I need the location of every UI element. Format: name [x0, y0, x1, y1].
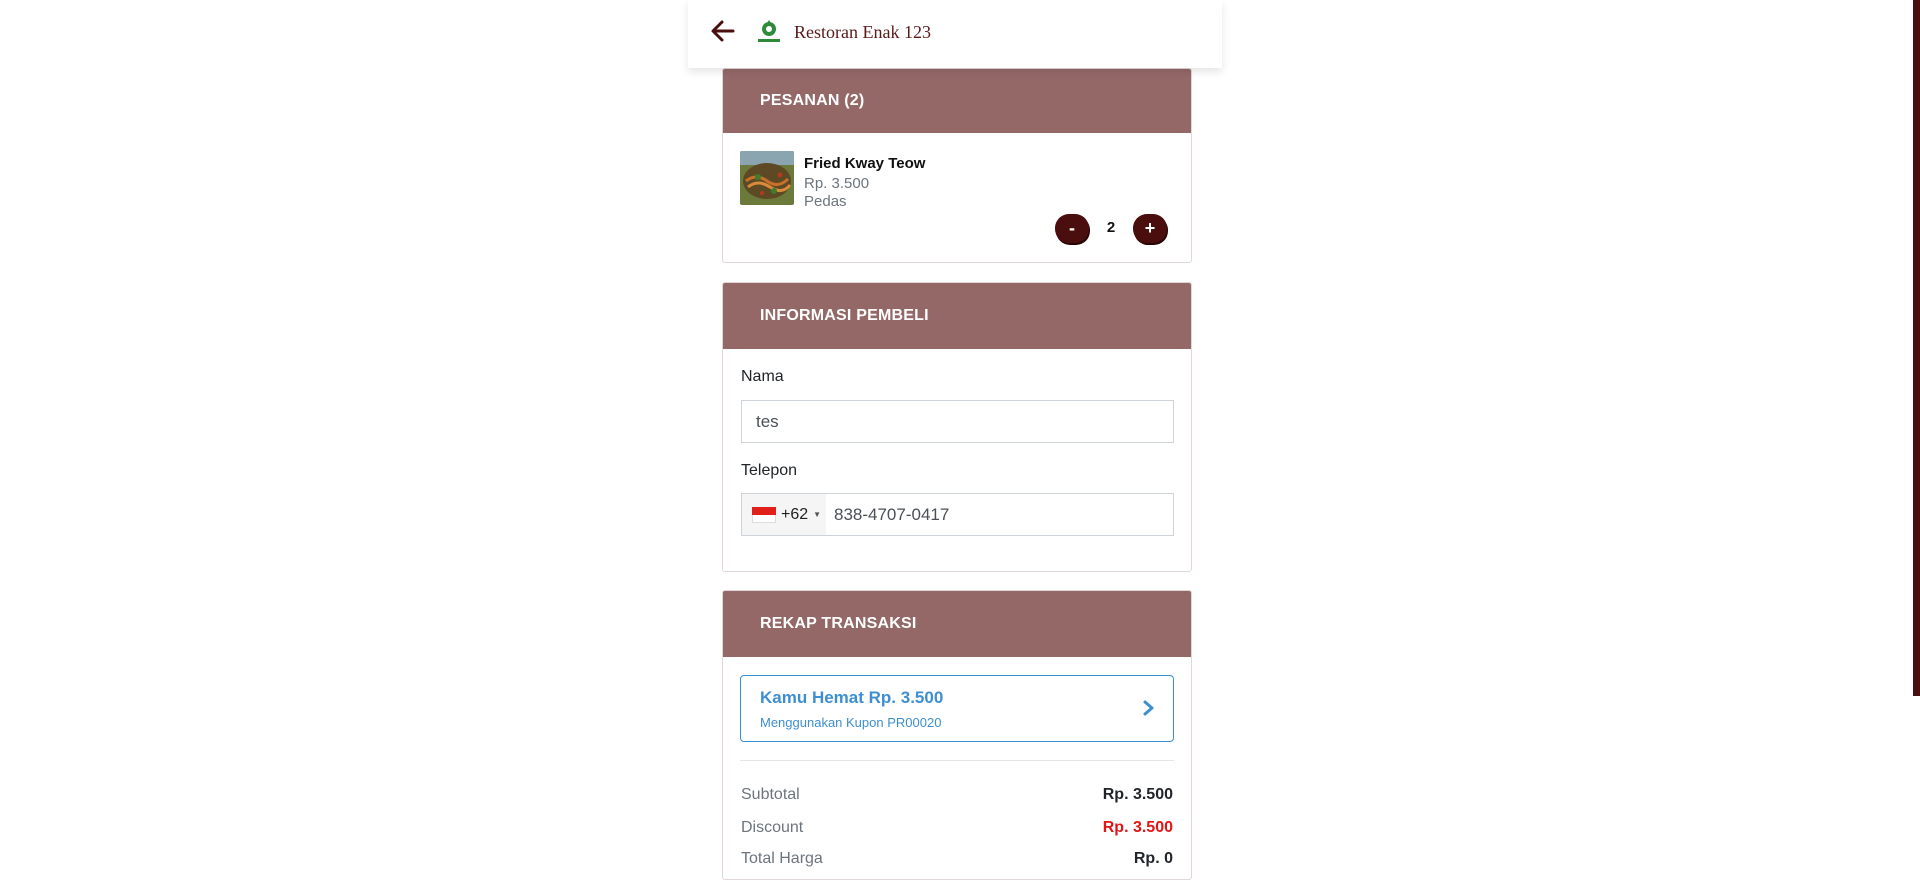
- indonesia-flag-icon: [752, 506, 776, 523]
- order-header: PESANAN (2): [723, 69, 1191, 133]
- item-image: [740, 151, 794, 205]
- buyer-info-header: INFORMASI PEMBELI: [723, 283, 1191, 349]
- store-name: Restoran Enak 123: [794, 22, 931, 42]
- country-code-selector[interactable]: +62 ▼: [742, 494, 826, 535]
- recap-header: REKAP TRANSAKSI: [723, 591, 1191, 657]
- name-label: Nama: [741, 368, 784, 385]
- transaction-recap-card: REKAP TRANSAKSI Kamu Hemat Rp. 3.500 Men…: [722, 590, 1192, 880]
- total-label: Total Harga: [741, 850, 823, 867]
- caret-down-icon: ▼: [813, 510, 822, 519]
- name-input[interactable]: tes: [741, 400, 1174, 443]
- discount-label: Discount: [741, 819, 804, 836]
- item-name: Fried Kway Teow: [804, 155, 926, 172]
- coupon-code-text: Menggunakan Kupon PR00020: [760, 715, 942, 730]
- coupon-savings: Kamu Hemat Rp. 3.500: [760, 688, 944, 707]
- subtotal-value: Rp. 3.500: [1102, 786, 1173, 803]
- coupon-button[interactable]: Kamu Hemat Rp. 3.500 Menggunakan Kupon P…: [740, 675, 1174, 742]
- arrow-left-icon: [711, 20, 735, 42]
- back-button[interactable]: [710, 18, 736, 44]
- country-code: +62: [781, 505, 809, 523]
- chevron-right-icon: [1143, 700, 1154, 716]
- quantity-value: 2: [1106, 219, 1116, 236]
- phone-input[interactable]: 838-4707-0417: [834, 494, 949, 535]
- item-note: Pedas: [804, 193, 847, 210]
- order-card: PESANAN (2) Fried Kway Teow Rp. 3.500 Pe…: [722, 68, 1192, 263]
- discount-value: Rp. 3.500: [1102, 819, 1173, 836]
- subtotal-label: Subtotal: [741, 786, 800, 803]
- divider: [740, 760, 1174, 761]
- quantity-decrease-button[interactable]: -: [1055, 214, 1089, 243]
- phone-field: +62 ▼ 838-4707-0417: [741, 493, 1174, 536]
- restaurant-logo-icon: [754, 18, 784, 46]
- item-price: Rp. 3.500: [804, 175, 870, 192]
- quantity-increase-button[interactable]: +: [1133, 214, 1167, 243]
- phone-label: Telepon: [741, 462, 798, 479]
- top-bar: Restoran Enak 123: [688, 0, 1222, 68]
- buyer-info-card: INFORMASI PEMBELI Nama tes Telepon +62 ▼…: [722, 282, 1192, 572]
- total-value: Rp. 0: [1133, 850, 1173, 867]
- scrollbar-accent: [1913, 0, 1920, 696]
